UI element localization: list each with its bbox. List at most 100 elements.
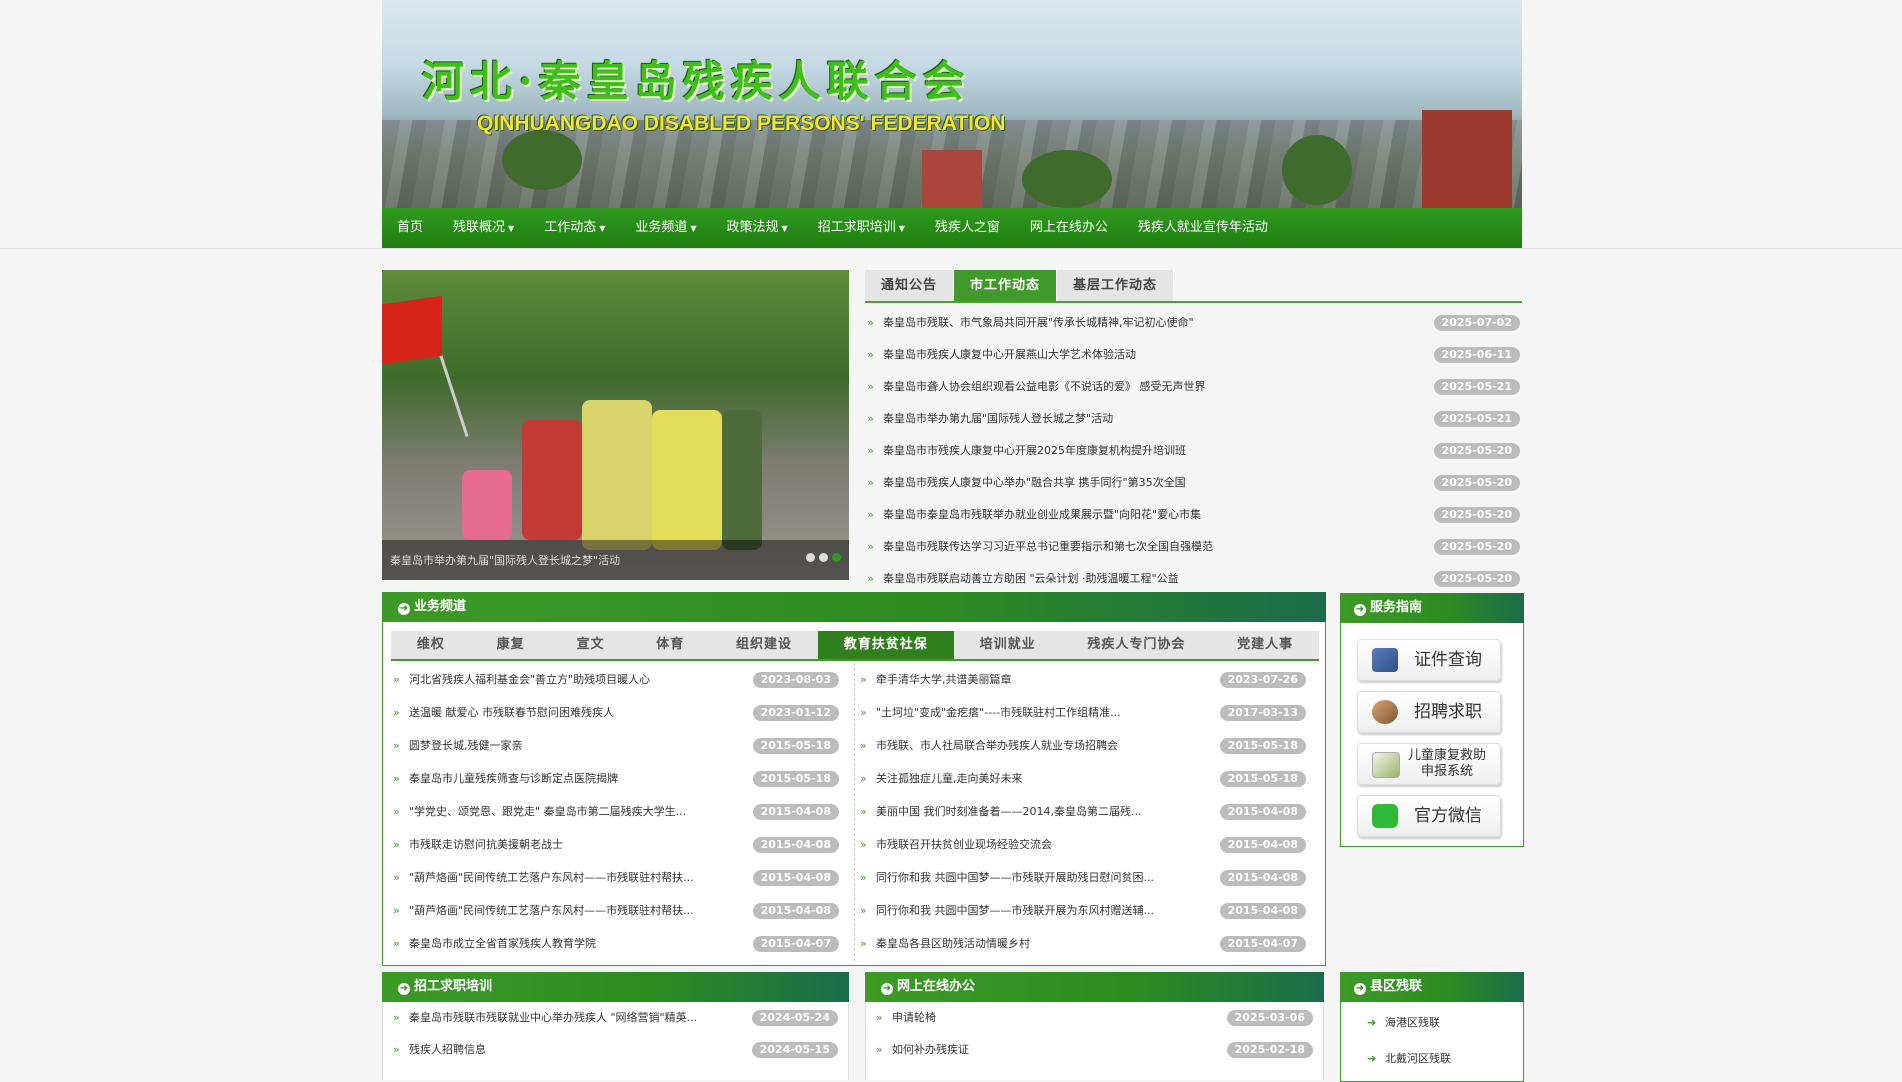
list-item[interactable]: » 秦皇岛市秦皇岛市残联举办就业创业成果展示暨"向阳花"爱心市集 2025-05-2… (865, 499, 1522, 531)
list-item-title[interactable]: 秦皇岛市残疾人康复中心举办"融合共享 携手同行"第35次全国 (883, 476, 1186, 489)
list-item-title[interactable]: "学党史、颂党恩、跟党走" 秦皇岛市第二届残疾大学生... (409, 805, 686, 818)
list-item-title[interactable]: 牵手清华大学,共谱美丽篇章 (876, 673, 1012, 686)
nav-item[interactable]: 工作动态 ▼ (529, 208, 620, 248)
date-badge: 2025-05-20 (1433, 443, 1520, 459)
list-item[interactable]: » 同行你和我 共圆中国梦——市残联开展为东风村赠送辅... 2015-04-08 (858, 894, 1308, 927)
nav-item[interactable]: 业务频道 ▼ (620, 208, 711, 248)
list-item-title[interactable]: 残疾人招聘信息 (409, 1043, 486, 1056)
list-item[interactable]: » 牵手清华大学,共谱美丽篇章 2023-07-26 (858, 663, 1308, 696)
list-item-title[interactable]: 河北省残疾人福利基金会"善立方"助残项目暖人心 (409, 673, 650, 686)
nav-item[interactable]: 残疾人之窗 (920, 208, 1015, 248)
news-tab[interactable]: 通知公告 (865, 270, 955, 301)
slider-dot[interactable] (806, 553, 815, 562)
list-item[interactable]: » 秦皇岛市残联市残联就业中心举办残疾人 "网络营销"精英... 2024-05-2… (391, 1002, 840, 1034)
list-item-title[interactable]: 市残联走访慰问抗美援朝老战士 (409, 838, 563, 851)
nav-item[interactable]: 首页 (382, 208, 438, 248)
list-item-title[interactable]: 秦皇岛市残联启动善立方助困 "云朵计划 ·助残温暖工程"公益 (883, 572, 1179, 585)
slider-dot-active[interactable] (832, 553, 841, 562)
business-tab[interactable]: 康复 (471, 631, 551, 659)
list-item[interactable]: » 市残联、市人社局联合举办残疾人就业专场招聘会 2015-05-18 (858, 729, 1308, 762)
list-item[interactable]: » 秦皇岛各县区助残活动情暖乡村 2015-04-07 (858, 927, 1308, 960)
list-item[interactable]: » 秦皇岛市残疾人康复中心举办"融合共享 携手同行"第35次全国 2025-05-2… (865, 467, 1522, 499)
list-item-title[interactable]: 如何补办残疾证 (892, 1043, 969, 1056)
list-item-title[interactable]: 市残联召开扶贫创业现场经验交流会 (876, 838, 1052, 851)
list-item-title[interactable]: 秦皇岛市残疾人康复中心开展燕山大学艺术体验活动 (883, 348, 1136, 361)
list-item[interactable]: » 秦皇岛市残联传达学习习近平总书记重要指示和第七次全国自强模范 2025-05-2… (865, 531, 1522, 563)
slider-dot[interactable] (819, 553, 828, 562)
list-item-title[interactable]: 关注孤独症儿童,走向美好未来 (876, 772, 1023, 785)
list-item[interactable]: » 送温暖 献爱心 市残联春节慰问困难残疾人 2023-01-12 (391, 696, 841, 729)
list-item[interactable]: » 关注孤独症儿童,走向美好未来 2015-05-18 (858, 762, 1308, 795)
nav-item[interactable]: 残疾人就业宣传年活动 (1123, 208, 1283, 248)
list-item-title[interactable]: 秦皇岛市市残疾人康复中心开展2025年度康复机构提升培训班 (883, 444, 1186, 457)
list-item[interactable]: » 秦皇岛市残联启动善立方助困 "云朵计划 ·助残温暖工程"公益 2025-05-2… (865, 563, 1522, 595)
list-item-title[interactable]: "葫芦烙画"民间传统工艺落户东风村——市残联驻村帮扶... (409, 904, 694, 917)
news-slider[interactable]: 秦皇岛市举办第九届"国际残人登长城之梦"活动 (382, 270, 849, 580)
list-item-title[interactable]: 秦皇岛市残联、市气象局共同开展"传承长城精神,牢记初心使命" (883, 316, 1194, 329)
list-item[interactable]: » 同行你和我 共圆中国梦——市残联开展助残日慰问贫困... 2015-04-08 (858, 861, 1308, 894)
list-item[interactable]: » "葫芦烙画"民间传统工艺落户东风村——市残联驻村帮扶... 2015-04-08 (391, 894, 841, 927)
list-item-title[interactable]: 美丽中国 我们时刻准备着——2014,秦皇岛第二届残... (876, 805, 1141, 818)
county-item[interactable]: ➜ 海港区残联 (1341, 1005, 1523, 1041)
list-item[interactable]: » 秦皇岛市举办第九届"国际残人登长城之梦"活动 2025-05-21 (865, 403, 1522, 435)
slide-caption[interactable]: 秦皇岛市举办第九届"国际残人登长城之梦"活动 (390, 552, 620, 568)
list-item[interactable]: » 申请轮椅 2025-03-06 (874, 1002, 1315, 1034)
business-tab[interactable]: 体育 (630, 631, 710, 659)
business-tab[interactable]: 党建人事 (1211, 631, 1319, 659)
list-item[interactable]: » 市残联召开扶贫创业现场经验交流会 2015-04-08 (858, 828, 1308, 861)
date-badge: 2024-05-24 (751, 1010, 838, 1026)
list-item[interactable]: » 秦皇岛市残疾人康复中心开展燕山大学艺术体验活动 2025-06-11 (865, 339, 1522, 371)
business-tab[interactable]: 培训就业 (954, 631, 1062, 659)
id-query-button[interactable]: 证件查询 (1357, 639, 1501, 681)
list-item[interactable]: » 美丽中国 我们时刻准备着——2014,秦皇岛第二届残... 2015-04-08 (858, 795, 1308, 828)
list-item[interactable]: » 河北省残疾人福利基金会"善立方"助残项目暖人心 2023-08-03 (391, 663, 841, 696)
list-item-title[interactable]: 秦皇岛市成立全省首家残疾人教育学院 (409, 937, 596, 950)
nav-item[interactable]: 招工求职培训 ▼ (803, 208, 920, 248)
list-item-title[interactable]: 市残联、市人社局联合举办残疾人就业专场招聘会 (876, 739, 1118, 752)
list-item[interactable]: » "葫芦烙画"民间传统工艺落户东风村——市残联驻村帮扶... 2015-04-08 (391, 861, 841, 894)
list-item-title[interactable]: 圆梦登长城,残健一家亲 (409, 739, 523, 752)
list-item-title[interactable]: 送温暖 献爱心 市残联春节慰问困难残疾人 (409, 706, 614, 719)
date-badge: 2025-06-11 (1433, 347, 1520, 363)
list-item-title[interactable]: 秦皇岛市秦皇岛市残联举办就业创业成果展示暨"向阳花"爱心市集 (883, 508, 1201, 521)
list-item[interactable]: » 秦皇岛市成立全省首家残疾人教育学院 2015-04-07 (391, 927, 841, 960)
list-item-title[interactable]: 秦皇岛各县区助残活动情暖乡村 (876, 937, 1030, 950)
business-tab[interactable]: 维权 (391, 631, 471, 659)
list-item-title[interactable]: 申请轮椅 (892, 1011, 936, 1024)
business-tab[interactable]: 教育扶贫社保 (817, 631, 954, 659)
list-item-title[interactable]: "土坷垃"变成"金疙瘩"----市残联驻村工作组精准... (876, 706, 1121, 719)
list-item[interactable]: » 秦皇岛市儿童残疾筛查与诊断定点医院揭牌 2015-05-18 (391, 762, 841, 795)
wechat-button[interactable]: 官方微信 (1357, 795, 1501, 837)
list-item-title[interactable]: 同行你和我 共圆中国梦——市残联开展助残日慰问贫困... (876, 871, 1154, 884)
business-tab[interactable]: 残疾人专门协会 (1061, 631, 1211, 659)
list-item-title[interactable]: 秦皇岛市残联传达学习习近平总书记重要指示和第七次全国自强模范 (883, 540, 1213, 553)
list-item[interactable]: » 秦皇岛市残联、市气象局共同开展"传承长城精神,牢记初心使命" 2025-07-0… (865, 307, 1522, 339)
county-item[interactable]: ➜ 北戴河区残联 (1341, 1041, 1523, 1077)
recruitment-button[interactable]: 招聘求职 (1357, 691, 1501, 733)
nav-item[interactable]: 政策法规 ▼ (712, 208, 803, 248)
news-tab[interactable]: 基层工作动态 (1057, 270, 1175, 301)
child-rehab-button[interactable]: 儿童康复救助 申报系统 (1357, 743, 1501, 785)
list-item-title[interactable]: 秦皇岛市举办第九届"国际残人登长城之梦"活动 (883, 412, 1113, 425)
list-item[interactable]: » "学党史、颂党恩、跟党走" 秦皇岛市第二届残疾大学生... 2015-04-08 (391, 795, 841, 828)
list-item-title[interactable]: "葫芦烙画"民间传统工艺落户东风村——市残联驻村帮扶... (409, 871, 694, 884)
news-tab[interactable]: 市工作动态 (954, 270, 1058, 301)
list-item[interactable]: » "土坷垃"变成"金疙瘩"----市残联驻村工作组精准... 2017-03-13 (858, 696, 1308, 729)
list-item[interactable]: » 如何补办残疾证 2025-02-18 (874, 1034, 1315, 1066)
list-item[interactable]: » 秦皇岛市市残疾人康复中心开展2025年度康复机构提升培训班 2025-05-20 (865, 435, 1522, 467)
county-item-label[interactable]: 北戴河区残联 (1385, 1052, 1451, 1065)
list-item[interactable]: » 圆梦登长城,残健一家亲 2015-05-18 (391, 729, 841, 762)
list-item-title[interactable]: 秦皇岛市儿童残疾筛查与诊断定点医院揭牌 (409, 772, 618, 785)
business-tab[interactable]: 宣文 (551, 631, 631, 659)
chevron-right-icon: » (860, 871, 867, 884)
list-item-title[interactable]: 秦皇岛市残联市残联就业中心举办残疾人 "网络营销"精英... (409, 1011, 697, 1024)
list-item-title[interactable]: 秦皇岛市聋人协会组织观看公益电影《不说话的爱》 感受无声世界 (883, 380, 1206, 393)
list-item[interactable]: » 秦皇岛市聋人协会组织观看公益电影《不说话的爱》 感受无声世界 2025-05-2… (865, 371, 1522, 403)
business-tab[interactable]: 组织建设 (710, 631, 818, 659)
list-item-title[interactable]: 同行你和我 共圆中国梦——市残联开展为东风村赠送辅... (876, 904, 1154, 917)
nav-item[interactable]: 网上在线办公 (1015, 208, 1123, 248)
list-item[interactable]: » 残疾人招聘信息 2024-05-15 (391, 1034, 840, 1066)
list-item[interactable]: » 市残联走访慰问抗美援朝老战士 2015-04-08 (391, 828, 841, 861)
nav-item[interactable]: 残联概况 ▼ (438, 208, 529, 248)
county-item-label[interactable]: 海港区残联 (1385, 1016, 1440, 1029)
